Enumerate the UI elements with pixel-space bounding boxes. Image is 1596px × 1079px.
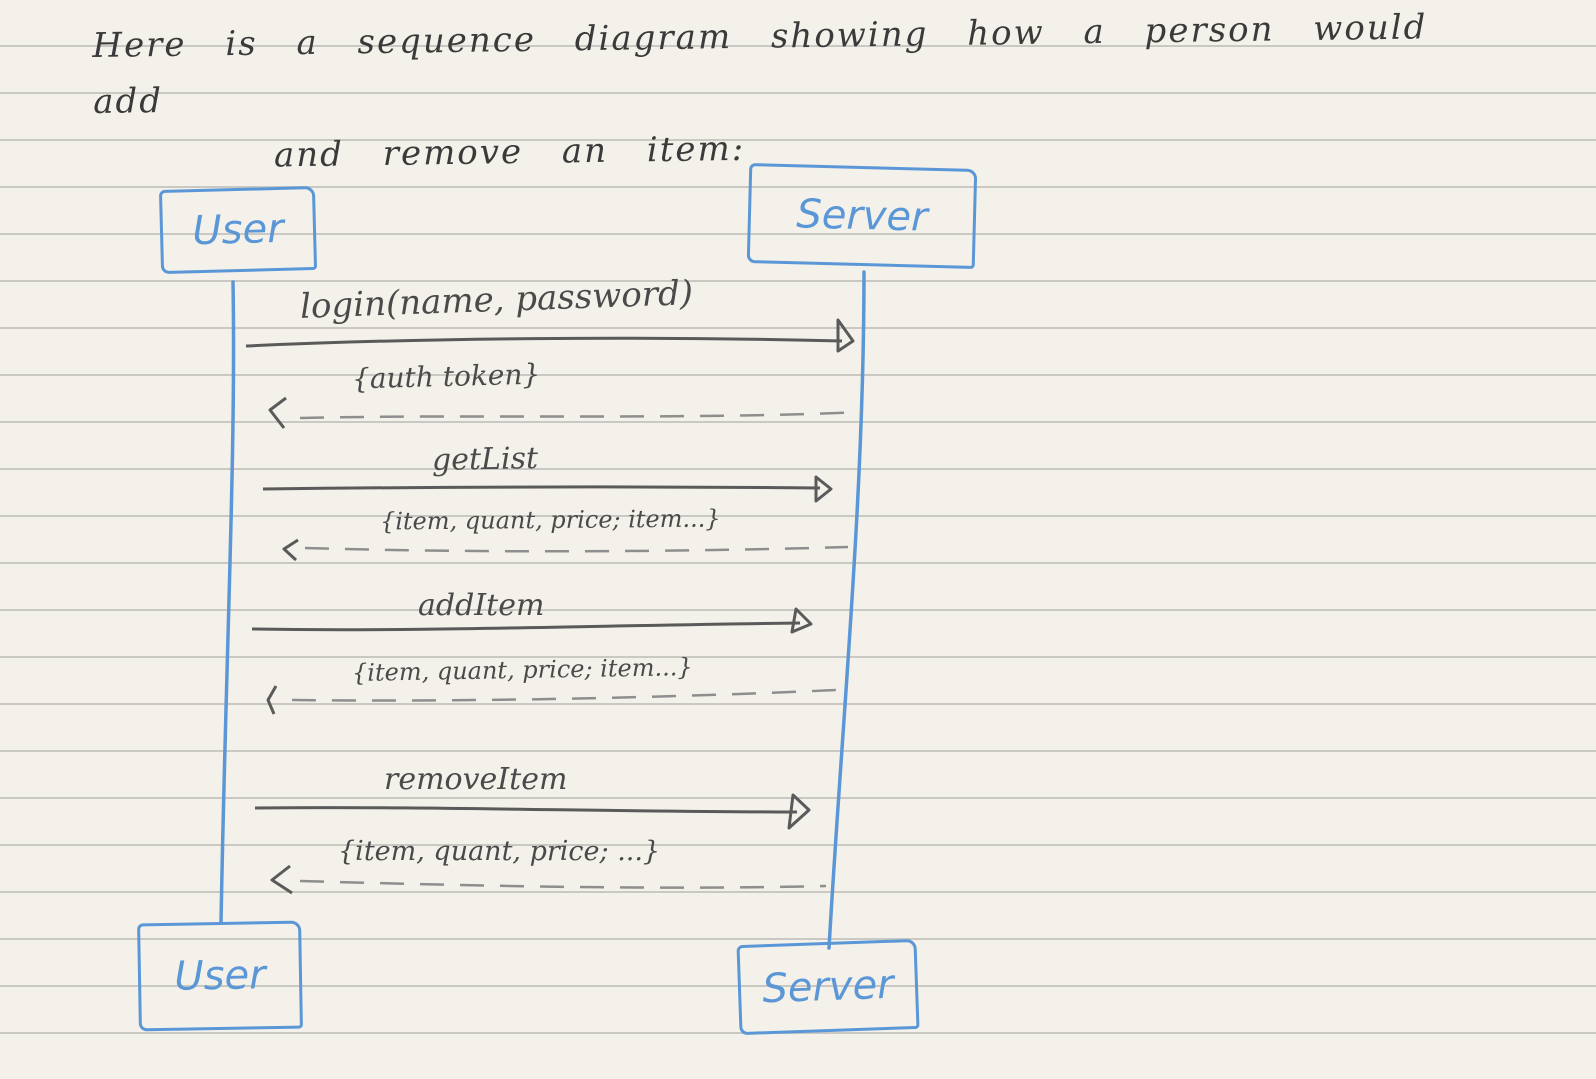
user-lifeline [219, 280, 236, 924]
participant-server-label: Server [761, 961, 895, 1013]
call-label-additem: addItem [418, 588, 545, 623]
call-arrowhead-removeitem [787, 793, 811, 830]
participant-server-top: Server [746, 163, 978, 269]
return-arrow-additem [291, 688, 837, 702]
return-arrow-login [299, 410, 863, 420]
call-arrowhead-login [836, 318, 855, 353]
return-arrowhead-getlist [282, 538, 299, 562]
server-lifeline [827, 270, 866, 950]
call-arrowhead-additem [790, 607, 813, 634]
return-arrowhead-login [268, 396, 287, 429]
call-label-getlist: getList [431, 441, 539, 478]
participant-user-label: User [191, 205, 285, 255]
participant-user-bottom: User [137, 920, 303, 1032]
sequence-diagram [219, 270, 866, 950]
participant-server-bottom: Server [736, 938, 920, 1036]
call-arrow-additem [251, 621, 801, 632]
return-label-additem: {item, quant, price; item...} [351, 653, 693, 687]
return-arrow-removeitem [299, 879, 827, 889]
call-arrow-removeitem [254, 806, 798, 814]
call-label-removeitem: removeItem [384, 762, 568, 797]
return-arrowhead-additem [266, 685, 278, 715]
participant-user-label: User [174, 952, 266, 1000]
return-arrowhead-removeitem [270, 864, 293, 895]
return-label-removeitem: {item, quant, price; ...} [338, 836, 661, 867]
participant-server-label: Server [795, 191, 929, 241]
participant-user-top: User [158, 185, 318, 275]
return-arrow-getlist [304, 545, 849, 553]
call-arrow-getlist [262, 485, 821, 491]
return-label-getlist: {item, quant, price; item...} [379, 504, 721, 536]
call-arrow-login [245, 336, 843, 348]
return-label-login: {auth token} [351, 357, 541, 396]
